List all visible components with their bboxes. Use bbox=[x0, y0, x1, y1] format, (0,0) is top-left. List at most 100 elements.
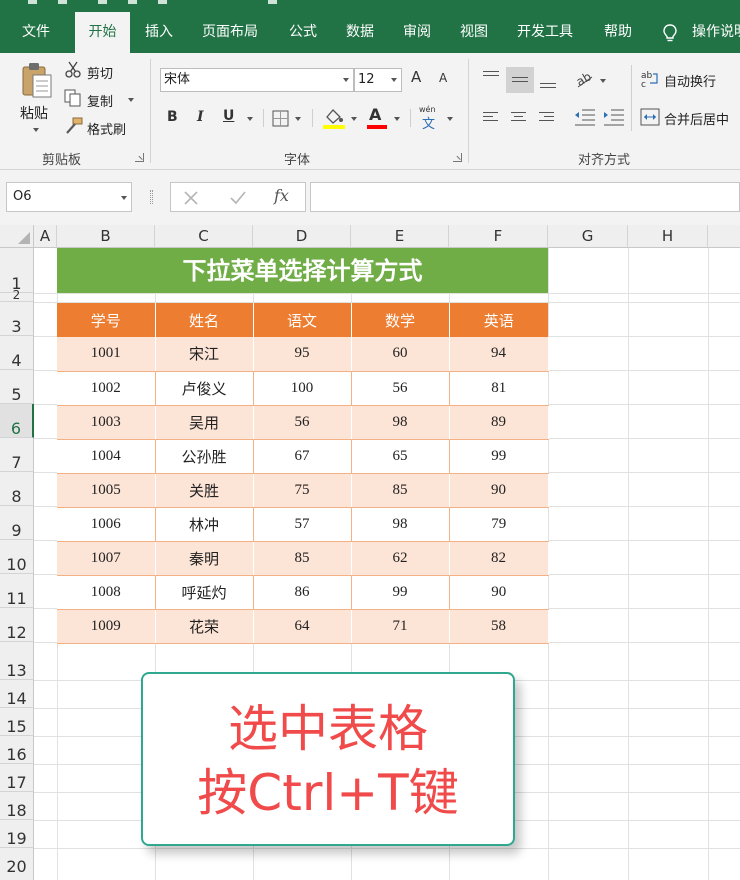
phonetic-dropdown-icon[interactable] bbox=[447, 117, 453, 121]
table-cell[interactable]: 花荣 bbox=[155, 609, 254, 644]
row-header-4[interactable]: 4 bbox=[0, 336, 34, 370]
row-header-5[interactable]: 5 bbox=[0, 370, 34, 404]
column-header-c[interactable]: C bbox=[155, 225, 253, 248]
column-header-f[interactable]: F bbox=[449, 225, 548, 248]
table-cell[interactable]: 60 bbox=[351, 337, 450, 372]
tab-view[interactable]: 视图 bbox=[460, 12, 488, 53]
italic-button[interactable]: I bbox=[197, 109, 204, 125]
bottom-align-icon[interactable] bbox=[537, 69, 559, 91]
header-cell-name[interactable]: 姓名 bbox=[155, 303, 254, 337]
font-size-select[interactable]: 12 bbox=[354, 68, 402, 92]
tab-page-layout[interactable]: 页面布局 bbox=[202, 12, 258, 53]
table-cell[interactable]: 64 bbox=[253, 609, 352, 644]
row-header-10[interactable]: 10 bbox=[0, 540, 34, 574]
tell-me-search[interactable]: 操作说明 bbox=[692, 12, 740, 53]
table-cell[interactable]: 吴用 bbox=[155, 405, 254, 440]
borders-icon[interactable] bbox=[272, 110, 289, 127]
format-painter-button[interactable]: 格式刷 bbox=[87, 119, 126, 138]
row-header-16[interactable]: 16 bbox=[0, 736, 34, 764]
column-header-g[interactable]: G bbox=[548, 225, 628, 248]
name-box[interactable]: O6 bbox=[6, 182, 132, 212]
table-cell[interactable]: 85 bbox=[253, 541, 352, 576]
table-cell[interactable]: 关胜 bbox=[155, 473, 254, 508]
header-cell-math[interactable]: 数学 bbox=[351, 303, 450, 337]
table-cell[interactable]: 公孙胜 bbox=[155, 439, 254, 474]
merge-center-button[interactable]: 合并后居中 bbox=[664, 109, 729, 128]
fill-color-dropdown-icon[interactable] bbox=[351, 117, 357, 121]
phonetic-guide-button[interactable]: 文 bbox=[422, 113, 435, 132]
row-header-2[interactable]: 2 bbox=[0, 288, 34, 302]
table-cell[interactable]: 1004 bbox=[57, 439, 156, 474]
fill-color-icon[interactable] bbox=[322, 107, 346, 129]
row-header-9[interactable]: 9 bbox=[0, 506, 34, 540]
table-cell[interactable]: 79 bbox=[449, 507, 548, 542]
table-cell[interactable]: 秦明 bbox=[155, 541, 254, 576]
copy-dropdown-icon[interactable] bbox=[128, 98, 134, 102]
underline-button[interactable]: U bbox=[223, 108, 234, 124]
enter-icon[interactable] bbox=[229, 190, 247, 206]
column-header-more[interactable] bbox=[708, 225, 740, 248]
table-cell[interactable]: 82 bbox=[449, 541, 549, 576]
table-cell[interactable]: 98 bbox=[351, 405, 450, 440]
table-cell[interactable]: 90 bbox=[449, 473, 549, 508]
table-cell[interactable]: 99 bbox=[351, 575, 450, 610]
row-header-17[interactable]: 17 bbox=[0, 764, 34, 792]
table-cell[interactable]: 1003 bbox=[57, 405, 156, 440]
paste-icon[interactable] bbox=[20, 61, 54, 99]
decrease-indent-icon[interactable] bbox=[574, 108, 596, 126]
header-cell-english[interactable]: 英语 bbox=[449, 303, 548, 337]
table-cell[interactable]: 56 bbox=[253, 405, 352, 440]
table-cell[interactable]: 1008 bbox=[57, 575, 156, 610]
undo-icon[interactable] bbox=[58, 0, 67, 4]
middle-align-icon[interactable] bbox=[506, 67, 534, 93]
table-cell[interactable]: 85 bbox=[351, 473, 450, 508]
clipboard-launcher-icon[interactable] bbox=[135, 153, 144, 162]
table-cell[interactable]: 1002 bbox=[57, 371, 156, 406]
table-cell[interactable]: 98 bbox=[351, 507, 450, 542]
align-left-icon[interactable] bbox=[482, 109, 500, 127]
borders-dropdown-icon[interactable] bbox=[295, 117, 301, 121]
column-header-a[interactable]: A bbox=[34, 225, 57, 248]
tab-review[interactable]: 审阅 bbox=[403, 12, 431, 53]
table-cell[interactable]: 100 bbox=[253, 371, 352, 406]
table-cell[interactable]: 81 bbox=[449, 371, 548, 406]
row-header-14[interactable]: 14 bbox=[0, 680, 34, 708]
table-cell[interactable]: 65 bbox=[351, 439, 450, 474]
underline-dropdown-icon[interactable] bbox=[247, 117, 253, 121]
grow-font-button[interactable]: A bbox=[411, 68, 421, 86]
tab-data[interactable]: 数据 bbox=[346, 12, 374, 53]
table-cell[interactable]: 99 bbox=[449, 439, 548, 474]
table-cell[interactable]: 57 bbox=[253, 507, 352, 542]
sheet-title-cell[interactable]: 下拉菜单选择计算方式 bbox=[57, 248, 548, 293]
table-cell[interactable]: 62 bbox=[351, 541, 450, 576]
paste-dropdown-icon[interactable] bbox=[33, 128, 39, 132]
table-cell[interactable]: 56 bbox=[351, 371, 450, 406]
increase-indent-icon[interactable] bbox=[603, 108, 625, 126]
row-header-15[interactable]: 15 bbox=[0, 708, 34, 736]
align-right-icon[interactable] bbox=[538, 109, 556, 127]
table-cell[interactable]: 宋江 bbox=[155, 337, 254, 372]
tab-home[interactable]: 开始 bbox=[75, 12, 130, 53]
cut-button[interactable]: 剪切 bbox=[87, 63, 113, 82]
row-header-6[interactable]: 6 bbox=[0, 404, 34, 438]
column-header-e[interactable]: E bbox=[351, 225, 449, 248]
table-cell[interactable]: 90 bbox=[449, 575, 548, 610]
insert-function-button[interactable]: fx bbox=[274, 186, 289, 205]
table-cell[interactable]: 71 bbox=[351, 609, 450, 644]
paste-button[interactable]: 粘贴 bbox=[20, 103, 48, 123]
table-cell[interactable]: 1007 bbox=[57, 541, 156, 576]
customize-icon[interactable] bbox=[158, 0, 167, 4]
tab-help[interactable]: 帮助 bbox=[604, 12, 632, 53]
row-header-18[interactable]: 18 bbox=[0, 792, 34, 820]
row-header-8[interactable]: 8 bbox=[0, 472, 34, 506]
tab-developer[interactable]: 开发工具 bbox=[517, 12, 573, 53]
splitter-handle[interactable] bbox=[150, 190, 153, 204]
font-launcher-icon[interactable] bbox=[453, 153, 462, 162]
row-header-7[interactable]: 7 bbox=[0, 438, 34, 472]
column-header-b[interactable]: B bbox=[57, 225, 155, 248]
table-cell[interactable]: 75 bbox=[253, 473, 352, 508]
header-cell-chinese[interactable]: 语文 bbox=[253, 303, 352, 337]
table-cell[interactable]: 呼延灼 bbox=[155, 575, 254, 610]
column-header-h[interactable]: H bbox=[628, 225, 708, 248]
orientation-dropdown-icon[interactable] bbox=[600, 79, 606, 83]
